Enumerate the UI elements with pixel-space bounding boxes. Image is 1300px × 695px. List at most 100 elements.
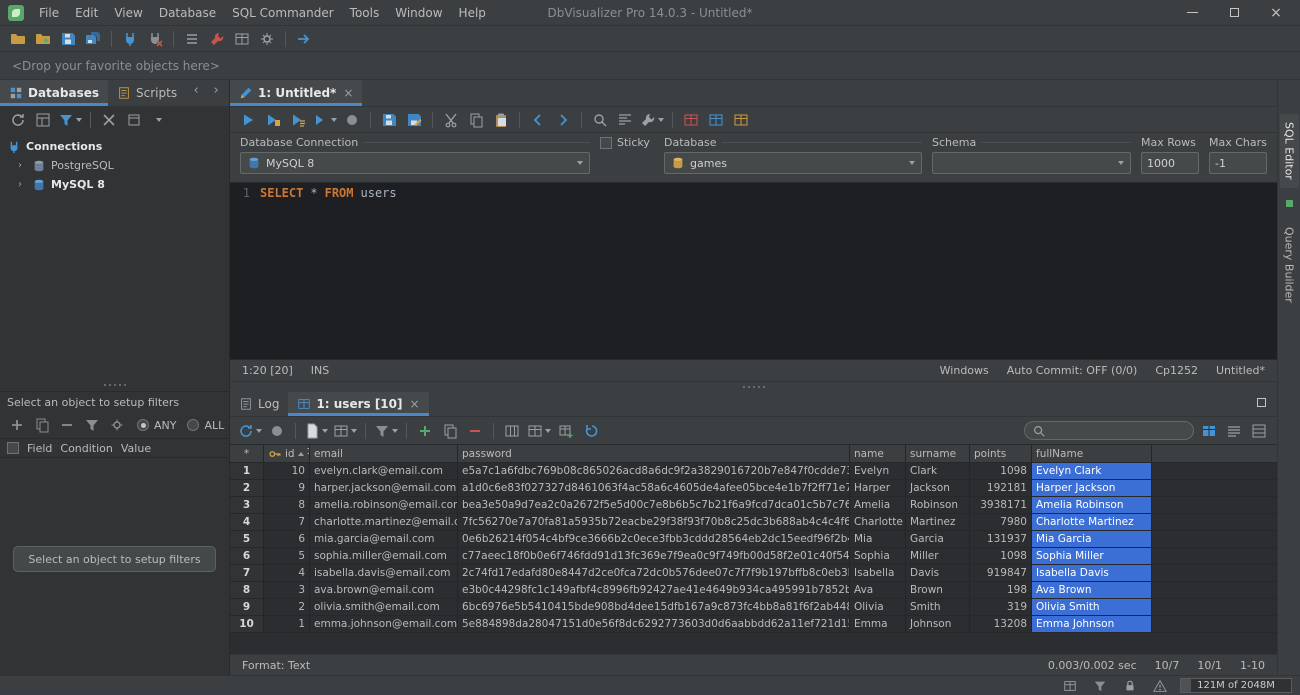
refresh-objects-button[interactable] (8, 110, 28, 130)
cell-surname[interactable]: Garcia (906, 531, 970, 548)
row-number-cell[interactable]: 2 (230, 480, 264, 497)
cell-points[interactable]: 192181 (970, 480, 1032, 497)
cell-surname[interactable]: Brown (906, 582, 970, 599)
cell-password[interactable]: 2c74fd17edafd80e8447d2ce0fca72dc0b576dee… (458, 565, 850, 582)
commit-button[interactable] (681, 110, 701, 130)
cell-fullname[interactable]: Mia Garcia (1032, 531, 1152, 548)
column-header-points[interactable]: points (970, 445, 1032, 462)
table-row[interactable]: 3 8 amelia.robinson@email.com bea3e50a9d… (230, 497, 1277, 514)
cell-surname[interactable]: Johnson (906, 616, 970, 633)
rerun-query-button[interactable] (238, 421, 262, 441)
cell-surname[interactable]: Martinez (906, 514, 970, 531)
cell-email[interactable]: isabella.davis@email.com (310, 565, 458, 582)
table-row[interactable]: 4 7 charlotte.martinez@email.com 7fc5627… (230, 514, 1277, 531)
copy-button[interactable] (466, 110, 486, 130)
cell-fullname[interactable]: Amelia Robinson (1032, 497, 1152, 514)
tab-log[interactable]: Log (230, 392, 288, 416)
table-row[interactable]: 9 2 olivia.smith@email.com 6bc6976e5b541… (230, 599, 1277, 616)
tab-result-users[interactable]: 1: users [10] × (288, 392, 428, 416)
row-number-cell[interactable]: 3 (230, 497, 264, 514)
column-header-email[interactable]: email (310, 445, 458, 462)
database-select[interactable]: games (664, 152, 922, 174)
cell-name[interactable]: Ava (850, 582, 906, 599)
close-tab-icon[interactable]: × (410, 397, 420, 411)
new-folder-button[interactable] (33, 29, 53, 49)
column-header-fullname[interactable]: fullName (1032, 445, 1152, 462)
layout-button[interactable] (33, 110, 53, 130)
cell-password[interactable]: c77aeec18f0b0e6f746fdd91d13fc369e7f9ea0c… (458, 548, 850, 565)
max-chars-input[interactable] (1209, 152, 1267, 174)
menu-window[interactable]: Window (388, 4, 449, 22)
duplicate-row-button[interactable] (440, 421, 460, 441)
navigate-button[interactable] (294, 29, 314, 49)
menu-help[interactable]: Help (452, 4, 493, 22)
cell-email[interactable]: mia.garcia@email.com (310, 531, 458, 548)
cell-name[interactable]: Evelyn (850, 463, 906, 480)
warnings-button[interactable] (1150, 676, 1170, 695)
cell-password[interactable]: a1d0c6e83f027327d8461063f4ac58a6c4605de4… (458, 480, 850, 497)
cell-email[interactable]: evelyn.clark@email.com (310, 463, 458, 480)
cell-password[interactable]: 6bc6976e5b5410415bde908bd4dee15dfb167a9c… (458, 599, 850, 616)
row-number-cell[interactable]: 6 (230, 548, 264, 565)
cell-points[interactable]: 319 (970, 599, 1032, 616)
cell-name[interactable]: Olivia (850, 599, 906, 616)
row-number-cell[interactable]: 4 (230, 514, 264, 531)
minimize-button[interactable] (1182, 3, 1202, 23)
paste-button[interactable] (491, 110, 511, 130)
cell-id[interactable]: 4 (264, 565, 310, 582)
cut-button[interactable] (441, 110, 461, 130)
add-filter-button[interactable] (7, 415, 27, 435)
rollback-button[interactable] (706, 110, 726, 130)
cell-password[interactable]: e5a7c1a6fdbc769b08c865026acd8a6dc9f2a382… (458, 463, 850, 480)
row-number-cell[interactable]: 5 (230, 531, 264, 548)
cell-fullname[interactable]: Harper Jackson (1032, 480, 1152, 497)
save-sql-button[interactable] (379, 110, 399, 130)
cell-fullname[interactable]: Emma Johnson (1032, 616, 1152, 633)
grid-status-button[interactable] (1060, 676, 1080, 695)
menu-edit[interactable]: Edit (68, 4, 105, 22)
cell-email[interactable]: charlotte.martinez@email.com (310, 514, 458, 531)
cell-id[interactable]: 10 (264, 463, 310, 480)
row-number-cell[interactable]: 7 (230, 565, 264, 582)
close-tab-icon[interactable]: × (343, 86, 353, 100)
column-header-name[interactable]: name (850, 445, 906, 462)
row-number-cell[interactable]: 1 (230, 463, 264, 480)
stop-result-button[interactable] (267, 421, 287, 441)
vtab-sql-editor[interactable]: SQL Editor (1280, 114, 1299, 188)
cell-name[interactable]: Isabella (850, 565, 906, 582)
maximize-results-button[interactable] (1251, 392, 1271, 412)
format-sql-button[interactable] (615, 110, 635, 130)
filter-col-value[interactable]: Value (121, 442, 151, 455)
cell-points[interactable]: 919847 (970, 565, 1032, 582)
grid-options-button[interactable] (527, 421, 551, 441)
cell-points[interactable]: 198 (970, 582, 1032, 599)
result-search-input[interactable] (1050, 424, 1186, 437)
apply-filter-button[interactable] (82, 415, 102, 435)
remove-filter-button[interactable] (57, 415, 77, 435)
column-header-password[interactable]: password (458, 445, 850, 462)
table-tool-button[interactable] (232, 29, 252, 49)
result-search-box[interactable] (1024, 421, 1194, 440)
disconnect-button[interactable] (145, 29, 165, 49)
open-file-button[interactable] (8, 29, 28, 49)
cell-name[interactable]: Sophia (850, 548, 906, 565)
copy-filter-button[interactable] (32, 415, 52, 435)
cell-points[interactable]: 131937 (970, 531, 1032, 548)
cell-name[interactable]: Charlotte (850, 514, 906, 531)
sql-code-line[interactable]: SELECT * FROM users (258, 183, 404, 359)
close-button[interactable]: × (1266, 3, 1286, 23)
filter-result-button[interactable] (374, 421, 398, 441)
cell-surname[interactable]: Robinson (906, 497, 970, 514)
cell-fullname[interactable]: Evelyn Clark (1032, 463, 1152, 480)
table-row[interactable]: 10 1 emma.johnson@email.com 5e884898da28… (230, 616, 1277, 633)
menu-file[interactable]: File (32, 4, 66, 22)
radio-all[interactable] (187, 419, 199, 431)
cell-id[interactable]: 7 (264, 514, 310, 531)
line-ending[interactable]: Windows (940, 364, 989, 377)
max-rows-input[interactable] (1141, 152, 1199, 174)
results-splitter-handle[interactable] (230, 382, 1277, 392)
tab-forward-button[interactable]: › (206, 80, 226, 100)
cell-email[interactable]: amelia.robinson@email.com (310, 497, 458, 514)
vtab-query-builder[interactable]: Query Builder (1280, 219, 1299, 311)
cell-surname[interactable]: Smith (906, 599, 970, 616)
